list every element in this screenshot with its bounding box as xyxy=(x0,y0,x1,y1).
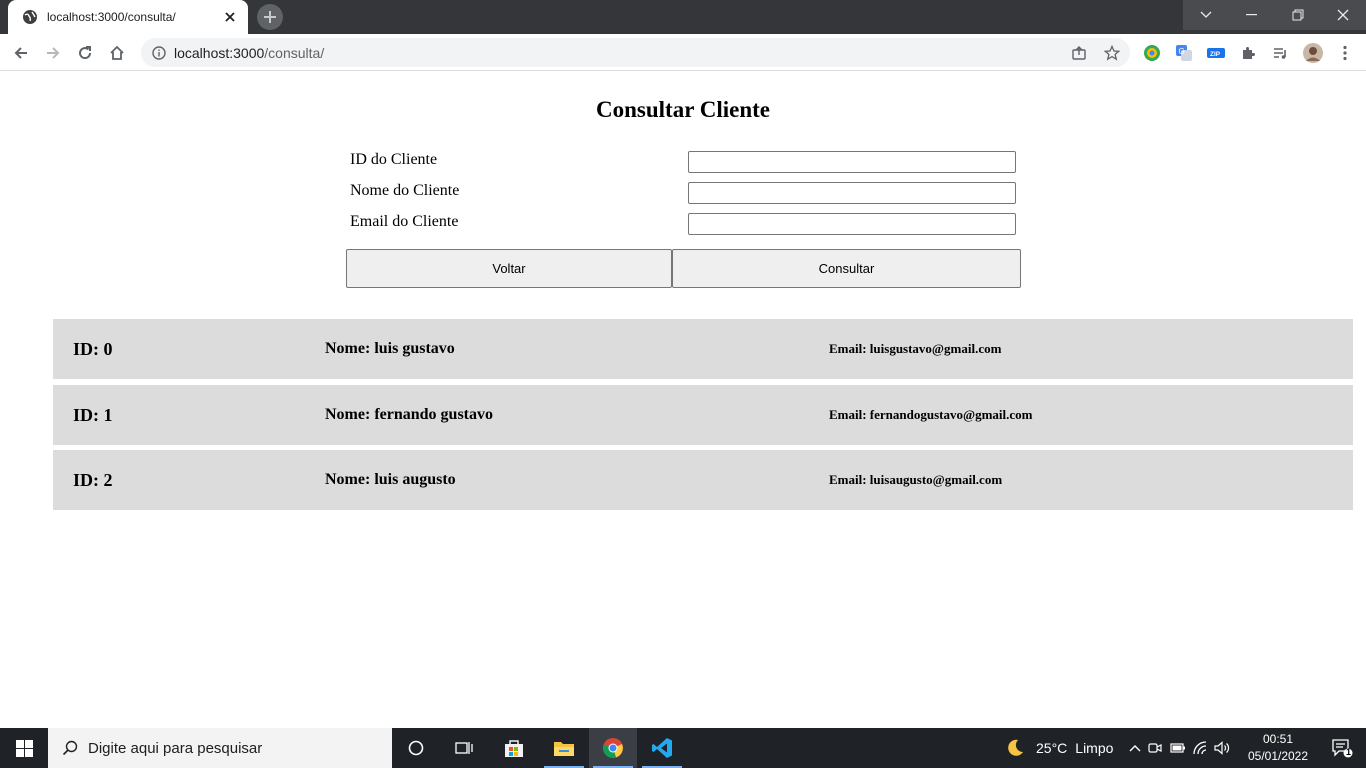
chevron-down-icon xyxy=(1200,11,1212,18)
id-label: ID do Cliente xyxy=(350,151,438,168)
wifi-icon[interactable] xyxy=(1189,741,1211,755)
avatar[interactable] xyxy=(1302,42,1324,64)
vscode-icon xyxy=(652,738,672,758)
name-field[interactable] xyxy=(688,182,1016,204)
name-label: Nome do Cliente xyxy=(350,182,460,199)
plus-icon xyxy=(257,4,283,30)
tab-title: localhost:3000/consulta/ xyxy=(47,10,176,24)
client-id: ID: 1 xyxy=(73,405,113,425)
cortana-icon xyxy=(408,740,424,756)
menu-kebab-icon[interactable] xyxy=(1334,42,1356,64)
back-button[interactable] xyxy=(6,38,36,68)
moon-icon xyxy=(1008,739,1023,756)
client-name: Nome: luis gustavo xyxy=(325,340,455,357)
minimize-button[interactable] xyxy=(1229,0,1275,30)
notification-center-button[interactable]: 1 xyxy=(1318,728,1366,768)
info-icon[interactable] xyxy=(151,45,167,61)
windows-logo-icon xyxy=(15,739,33,757)
folder-icon xyxy=(554,742,574,756)
search-button[interactable]: Consultar xyxy=(672,249,1021,288)
taskbar-search[interactable]: Digite aqui para pesquisar xyxy=(48,728,392,768)
client-card: ID: 1 Nome: fernando gustavo Email: fern… xyxy=(53,385,1353,445)
home-icon xyxy=(110,45,124,60)
reload-button[interactable] xyxy=(70,38,100,68)
client-email: Email: luisgustavo@gmail.com xyxy=(829,341,1002,356)
search-placeholder: Digite aqui para pesquisar xyxy=(88,739,263,757)
chevron-up-icon[interactable] xyxy=(1127,744,1143,752)
minimize-icon xyxy=(1246,14,1257,16)
translate-icon[interactable]: G xyxy=(1173,42,1195,64)
client-name: Nome: luis augusto xyxy=(325,471,456,488)
chrome-icon xyxy=(602,738,623,758)
task-view-icon xyxy=(455,742,473,754)
clock-date: 05/01/2022 xyxy=(1247,749,1309,763)
zip-extension-icon[interactable]: ZIP xyxy=(1205,42,1227,64)
close-window-button[interactable] xyxy=(1320,0,1366,30)
notification-count: 1 xyxy=(1346,747,1352,757)
weather-text: Limpo xyxy=(1075,740,1114,756)
restore-button[interactable] xyxy=(1275,0,1321,30)
volume-icon[interactable] xyxy=(1211,741,1233,755)
battery-icon[interactable] xyxy=(1167,742,1189,754)
tab-search-button[interactable] xyxy=(1183,0,1229,30)
restore-icon xyxy=(1292,9,1304,21)
client-email: Email: fernandogustavo@gmail.com xyxy=(829,407,1033,422)
share-icon[interactable] xyxy=(1069,43,1089,63)
email-field[interactable] xyxy=(688,213,1016,235)
browser-toolbar: localhost:3000/consulta/ G ZIP xyxy=(0,34,1366,71)
globe-icon xyxy=(22,9,38,25)
store-icon xyxy=(505,740,523,757)
close-icon xyxy=(1337,9,1349,21)
file-explorer-app[interactable] xyxy=(540,728,588,768)
new-tab-button[interactable] xyxy=(256,4,284,30)
back-button-page[interactable]: Voltar xyxy=(346,249,672,288)
address-bar[interactable]: localhost:3000/consulta/ xyxy=(141,38,1130,67)
extension-speed-icon[interactable] xyxy=(1141,42,1163,64)
arrow-left-icon xyxy=(14,47,27,59)
task-view-button[interactable] xyxy=(440,728,488,768)
cortana-button[interactable] xyxy=(392,728,440,768)
client-card: ID: 2 Nome: luis augusto Email: luisaugu… xyxy=(53,450,1353,510)
forward-button[interactable] xyxy=(38,38,68,68)
client-email: Email: luisaugusto@gmail.com xyxy=(829,472,1003,487)
store-app[interactable] xyxy=(490,728,538,768)
meet-now-icon[interactable] xyxy=(1143,741,1167,755)
clock[interactable]: 00:51 05/01/2022 xyxy=(1244,731,1312,765)
tab-strip: localhost:3000/consulta/ xyxy=(0,0,1366,34)
weather-temp: 25°C xyxy=(1036,740,1068,756)
windows-taskbar: Digite aqui para pesquisar 25°C Limpo 00… xyxy=(0,728,1366,768)
weather-widget[interactable]: 25°C Limpo xyxy=(1005,728,1113,768)
client-id: ID: 0 xyxy=(73,339,113,359)
system-tray-icons xyxy=(1127,728,1233,768)
bookmark-star-icon[interactable] xyxy=(1102,43,1122,63)
page-title: Consultar Cliente xyxy=(596,97,770,122)
id-field[interactable] xyxy=(688,151,1016,173)
chrome-app[interactable] xyxy=(589,728,637,768)
reload-icon xyxy=(79,46,92,60)
email-label: Email do Cliente xyxy=(350,213,459,230)
url-host: localhost:3000 xyxy=(174,45,265,61)
clock-time: 00:51 xyxy=(1262,732,1294,746)
arrow-right-icon xyxy=(47,47,60,59)
close-tab-icon[interactable] xyxy=(222,9,238,25)
client-card: ID: 0 Nome: luis gustavo Email: luisgust… xyxy=(53,319,1353,379)
url-path: /consulta/ xyxy=(264,45,325,61)
client-id: ID: 2 xyxy=(73,470,113,490)
home-button[interactable] xyxy=(102,38,132,68)
client-name: Nome: fernando gustavo xyxy=(325,406,493,423)
extensions-puzzle-icon[interactable] xyxy=(1237,42,1259,64)
svg-text:ZIP: ZIP xyxy=(1210,51,1221,58)
search-icon xyxy=(60,738,80,758)
url-text: localhost:3000/consulta/ xyxy=(174,45,324,61)
media-queue-icon[interactable] xyxy=(1269,42,1291,64)
start-button[interactable] xyxy=(0,728,48,768)
svg-text:G: G xyxy=(1179,47,1185,56)
vscode-app[interactable] xyxy=(638,728,686,768)
browser-tab[interactable]: localhost:3000/consulta/ xyxy=(8,0,248,34)
